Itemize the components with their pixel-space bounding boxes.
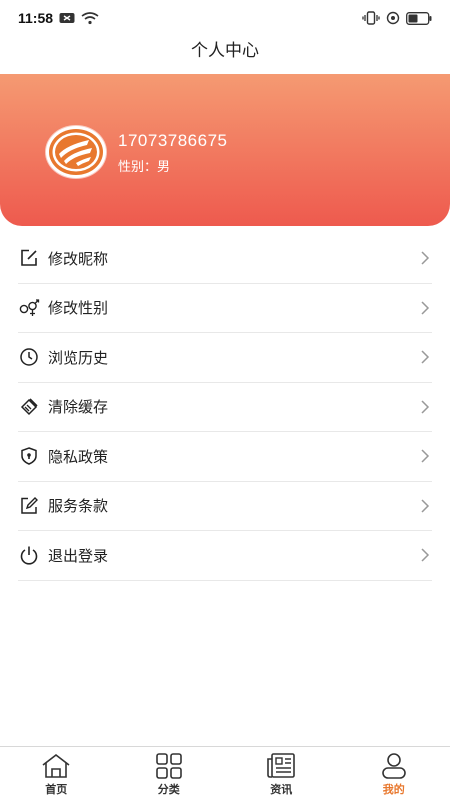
menu-label: 清除缓存 — [48, 398, 109, 417]
pen-note-icon — [18, 495, 40, 517]
menu-label: 隐私政策 — [48, 447, 109, 466]
user-icon — [380, 752, 408, 780]
status-bar: 11:58 — [0, 0, 450, 36]
menu-label: 修改性别 — [48, 299, 109, 318]
menu-label: 服务条款 — [48, 497, 109, 516]
menu-item-clear-cache[interactable]: 清除缓存 — [18, 383, 432, 432]
edit-icon — [18, 247, 40, 269]
vibrate-icon — [362, 11, 380, 25]
menu-label: 浏览历史 — [48, 348, 109, 367]
tab-label: 分类 — [157, 783, 180, 796]
tab-label: 我的 — [382, 783, 405, 796]
tab-label: 资讯 — [270, 783, 293, 796]
user-phone: 17073786675 — [118, 131, 228, 150]
power-icon — [18, 544, 40, 566]
clock-icon — [18, 346, 40, 368]
tab-home[interactable]: 首页 — [0, 747, 113, 800]
gender-label: 性别： — [118, 160, 158, 175]
avatar[interactable] — [46, 126, 106, 178]
chevron-right-icon — [418, 251, 432, 265]
menu-item-terms-of-service[interactable]: 服务条款 — [18, 482, 432, 531]
wifi-icon — [81, 11, 99, 25]
tab-label: 首页 — [45, 783, 68, 796]
status-time: 11:58 — [18, 10, 54, 26]
tab-mine[interactable]: 我的 — [338, 747, 450, 800]
chevron-right-icon — [418, 548, 432, 562]
status-right — [362, 11, 432, 25]
tab-news[interactable]: 资讯 — [225, 747, 338, 800]
chevron-right-icon — [418, 301, 432, 315]
profile-header: 17073786675 性别：男 — [0, 74, 450, 226]
menu-item-edit-gender[interactable]: 修改性别 — [18, 284, 432, 333]
status-left: 11:58 — [18, 10, 99, 26]
gender-value: 男 — [157, 160, 171, 175]
notification-icon — [59, 12, 75, 24]
news-icon — [266, 752, 296, 780]
chevron-right-icon — [418, 499, 432, 513]
menu-label: 退出登录 — [48, 546, 109, 565]
menu-item-privacy-policy[interactable]: 隐私政策 — [18, 432, 432, 482]
menu-item-logout[interactable]: 退出登录 — [18, 531, 432, 581]
menu-item-edit-nickname[interactable]: 修改昵称 — [18, 234, 432, 284]
user-gender: 性别：男 — [118, 156, 170, 175]
sync-icon — [386, 11, 400, 25]
menu-label: 修改昵称 — [48, 249, 109, 268]
logo-icon — [49, 129, 103, 175]
shield-icon — [18, 445, 40, 467]
battery-icon — [406, 11, 432, 25]
chevron-right-icon — [418, 350, 432, 364]
grid-icon — [155, 752, 183, 780]
settings-menu: 修改昵称 修改性别 浏览历史 清除缓存 隐私政策 服务条款 退出登录 — [18, 234, 432, 581]
home-icon — [40, 752, 72, 780]
broom-icon — [18, 396, 40, 418]
page-title: 个人中心 — [191, 41, 259, 61]
bottom-tab-bar: 首页 分类 资讯 我的 — [0, 746, 450, 800]
tab-category[interactable]: 分类 — [113, 747, 226, 800]
menu-item-browse-history[interactable]: 浏览历史 — [18, 333, 432, 383]
gender-icon — [18, 297, 40, 319]
chevron-right-icon — [418, 400, 432, 414]
chevron-right-icon — [418, 449, 432, 463]
